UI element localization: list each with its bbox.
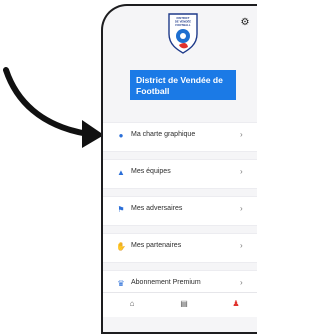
menu-item-label: Mes équipes [131, 168, 171, 175]
menu-item-partenaires[interactable]: ✋ Mes partenaires › [103, 233, 257, 263]
crown-icon: ♛ [117, 279, 125, 288]
chevron-right-icon: › [240, 241, 243, 250]
chevron-right-icon: › [240, 167, 243, 176]
user-icon: ♟ [232, 299, 240, 308]
club-logo: DISTRICT DE VENDÉE FOOTBALL [166, 12, 200, 54]
club-name-banner: District de Vendée de Football [130, 70, 236, 100]
menu-item-label: Mes adversaires [131, 205, 183, 212]
tab-home[interactable]: ⌂ [125, 298, 139, 310]
tab-bar: ⌂ ▤ ♟ [103, 292, 257, 317]
phone-screen: DISTRICT DE VENDÉE FOOTBALL ⚙ District d… [101, 4, 257, 334]
chevron-right-icon: › [240, 204, 243, 213]
menu-item-label: Mes partenaires [131, 242, 182, 249]
menu-item-equipes[interactable]: ▲ Mes équipes › [103, 159, 257, 189]
home-icon: ⌂ [129, 299, 135, 308]
menu-item-label: Abonnement Premium [131, 279, 201, 286]
chevron-right-icon: › [240, 130, 243, 139]
menu-item-label: Ma charte graphique [131, 131, 196, 138]
tab-profile[interactable]: ♟ [229, 298, 243, 310]
brush-icon: ● [118, 131, 124, 140]
menu-item-charte-graphique[interactable]: ● Ma charte graphique › [103, 122, 257, 152]
svg-text:FOOTBALL: FOOTBALL [175, 23, 191, 27]
gear-icon[interactable]: ⚙ [240, 18, 250, 28]
document-icon: ▤ [180, 299, 188, 308]
menu-list: ● Ma charte graphique › ▲ Mes équipes › … [103, 122, 257, 307]
menu-item-adversaires[interactable]: ⚑ Mes adversaires › [103, 196, 257, 226]
team-icon: ▲ [117, 168, 125, 177]
chevron-right-icon: › [240, 278, 243, 287]
tab-documents[interactable]: ▤ [177, 298, 191, 310]
handshake-icon: ✋ [116, 242, 126, 251]
flag-icon: ⚑ [117, 205, 125, 214]
